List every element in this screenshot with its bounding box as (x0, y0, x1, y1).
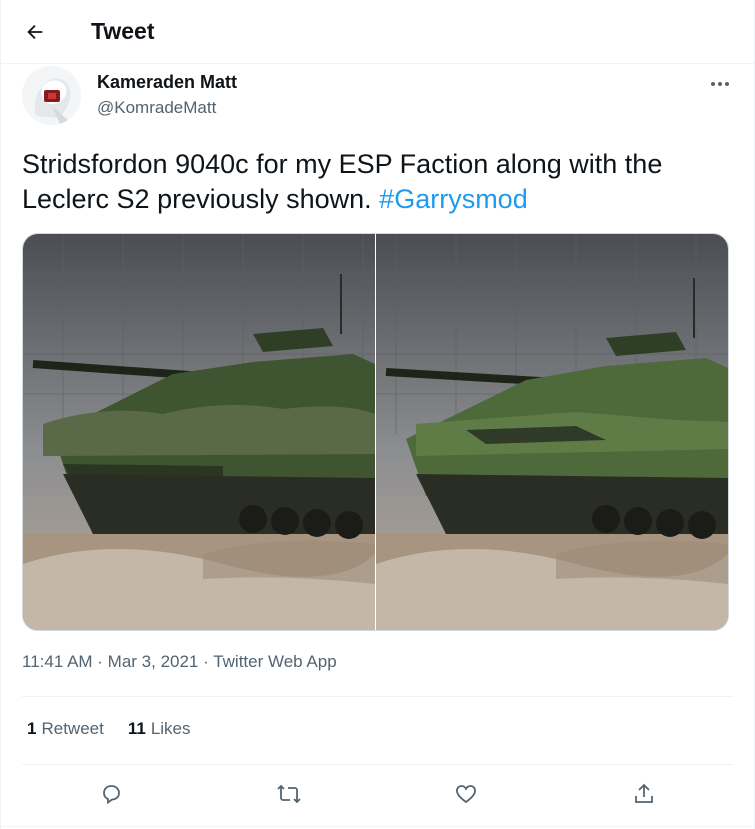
page-title: Tweet (91, 18, 155, 44)
hashtag-link[interactable]: #Garrysmod (379, 184, 528, 214)
tank-image-clean (376, 234, 728, 630)
divider (22, 764, 733, 765)
divider (22, 696, 733, 697)
tweet-text: Stridsfordon 9040c for my ESP Faction al… (22, 147, 734, 217)
tweet-media (22, 233, 729, 631)
likes-stat[interactable]: 11 Likes (128, 719, 191, 739)
back-button[interactable] (17, 14, 53, 50)
source-app[interactable]: Twitter Web App (213, 652, 336, 671)
author-name[interactable]: Kameraden Matt (97, 72, 237, 93)
tweet-stats: 1 Retweet 11 Likes (27, 719, 191, 739)
share-icon (635, 783, 654, 803)
arrow-left-icon (27, 24, 43, 39)
action-bar (22, 774, 733, 814)
share-button[interactable] (624, 774, 664, 814)
like-button[interactable] (446, 774, 486, 814)
author-handle[interactable]: @KomradeMatt (97, 98, 216, 118)
retweet-button[interactable] (269, 774, 309, 814)
more-button[interactable] (708, 72, 732, 96)
divider (1, 826, 754, 827)
avatar[interactable] (22, 66, 81, 125)
page-header: Tweet (1, 0, 754, 64)
tweet-meta: 11:41 AM · Mar 3, 2021 · Twitter Web App (22, 652, 337, 672)
tweet-page: Tweet Kameraden Matt @KomradeMatt Strids… (0, 0, 755, 829)
likes-label: Likes (150, 719, 191, 738)
retweet-icon (276, 784, 301, 804)
avatar-image (22, 66, 81, 125)
reply-button[interactable] (91, 774, 131, 814)
more-icon (711, 82, 729, 86)
media-image-1[interactable] (23, 234, 375, 630)
tank-image-camouflaged (23, 234, 375, 630)
retweets-label: Retweet (41, 719, 104, 738)
retweets-stat[interactable]: 1 Retweet (27, 719, 104, 739)
reply-icon (102, 785, 120, 805)
timestamp[interactable]: 11:41 AM · Mar 3, 2021 · (22, 652, 213, 671)
retweets-count: 1 (27, 719, 37, 738)
tweet-body: Stridsfordon 9040c for my ESP Faction al… (22, 149, 663, 214)
media-image-2[interactable] (376, 234, 728, 630)
likes-count: 11 (127, 719, 146, 738)
heart-icon (456, 785, 477, 804)
